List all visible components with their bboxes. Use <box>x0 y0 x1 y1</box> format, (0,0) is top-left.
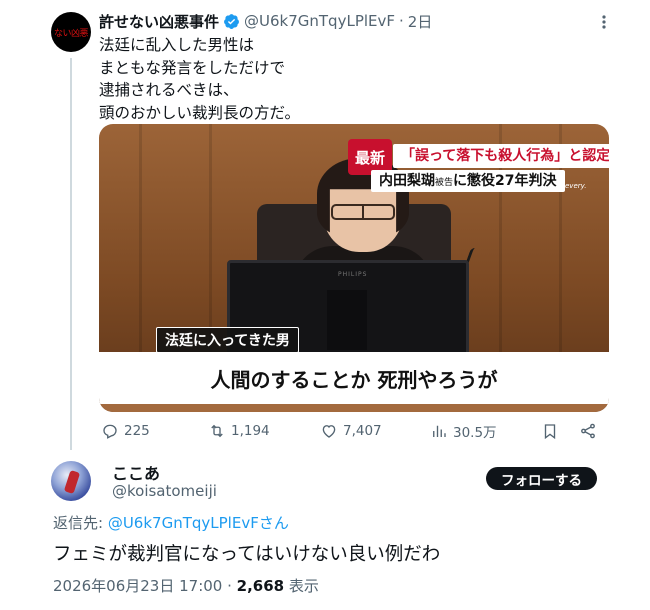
reply-tweet-text: フェミが裁判官になってはいけない良い例だわ <box>53 544 441 565</box>
speaker-label: 法廷に入ってきた男 <box>156 327 299 353</box>
header-separator: · <box>399 12 404 30</box>
original-author-handle[interactable]: @U6k7GnTqyLPlEvF <box>244 12 395 30</box>
original-tweet-text: 法廷に乱入した男性は まともな発言をしただけで 逮捕されるべきは、 頭のおかしい… <box>99 36 301 122</box>
reply-count: 225 <box>124 423 150 439</box>
original-tweet-time[interactable]: 2日 <box>408 11 433 32</box>
caption-text: 人間のすることか 死刑やろうが <box>210 367 498 392</box>
original-tweet-header: 許せない凶悪事件 @U6k7GnTqyLPlEvF · 2日 <box>99 10 432 32</box>
reply-icon <box>103 424 117 439</box>
wall-panel <box>209 124 212 354</box>
heart-icon <box>322 425 336 438</box>
views-button[interactable]: 30.5万 <box>430 421 497 441</box>
retweet-icon <box>211 424 223 438</box>
monitor-stand <box>327 290 367 350</box>
verdict-text: に懲役27年判決 <box>453 173 557 189</box>
reply-to-prefix: 返信先: <box>53 514 108 532</box>
views-count: 30.5万 <box>453 425 497 441</box>
thread-line <box>70 58 72 450</box>
like-button[interactable]: 7,407 <box>320 422 382 440</box>
verified-badge-icon <box>224 13 239 29</box>
reply-author-avatar[interactable] <box>51 461 91 501</box>
more-options-icon[interactable] <box>594 12 614 32</box>
tweet-media-image[interactable]: PHILIPS 最新 「誤って落下も殺人行為」と認定 内田梨瑚被告に懲役27年判… <box>99 124 609 412</box>
channel-logo: every. <box>565 182 587 190</box>
reply-author-name[interactable]: ここあ <box>112 460 160 484</box>
tweet-actions: 225 1,194 7,407 30.5万 <box>101 420 603 442</box>
reply-author-handle[interactable]: @koisatomeiji <box>112 482 217 500</box>
judge-glasses <box>331 204 395 220</box>
reply-to-line: 返信先: @U6k7GnTqyLPlEvFさん <box>53 512 289 533</box>
monitor-brand: PHILIPS <box>338 271 368 278</box>
reply-to-mention-link[interactable]: @U6k7GnTqyLPlEvFさん <box>108 514 289 532</box>
news-headline-line2: 内田梨瑚被告に懲役27年判決 <box>371 170 565 192</box>
reply-view-count: 2,668 <box>236 577 285 595</box>
wall-panel <box>139 124 142 354</box>
reply-view-label: 表示 <box>284 577 319 595</box>
retweet-count: 1,194 <box>231 423 270 439</box>
media-bottom-strip <box>99 404 609 412</box>
follow-button[interactable]: フォローする <box>486 467 597 490</box>
original-author-avatar[interactable]: ない凶悪 <box>51 12 91 52</box>
views-chart-icon <box>433 425 446 437</box>
defendant-name: 内田梨瑚 <box>379 173 435 189</box>
reply-tweet-meta: 2026年06月23日 17:00 · 2,668 表示 <box>53 575 319 596</box>
original-author-name[interactable]: 許せない凶悪事件 <box>99 11 219 32</box>
reply-timestamp[interactable]: 2026年06月23日 17:00 · <box>53 577 237 595</box>
like-count: 7,407 <box>343 423 382 439</box>
share-icon <box>581 423 595 439</box>
avatar-text: ない凶悪 <box>53 28 89 39</box>
bookmark-icon <box>544 424 556 440</box>
defendant-suffix: 被告 <box>435 178 454 188</box>
reply-button[interactable]: 225 <box>101 422 150 440</box>
news-headline-line1: 「誤って落下も殺人行為」と認定 <box>393 144 609 168</box>
retweet-button[interactable]: 1,194 <box>208 422 270 440</box>
share-button[interactable] <box>579 422 602 440</box>
bookmark-button[interactable] <box>541 422 564 440</box>
caption-bar: 人間のすることか 死刑やろうが <box>99 352 609 404</box>
